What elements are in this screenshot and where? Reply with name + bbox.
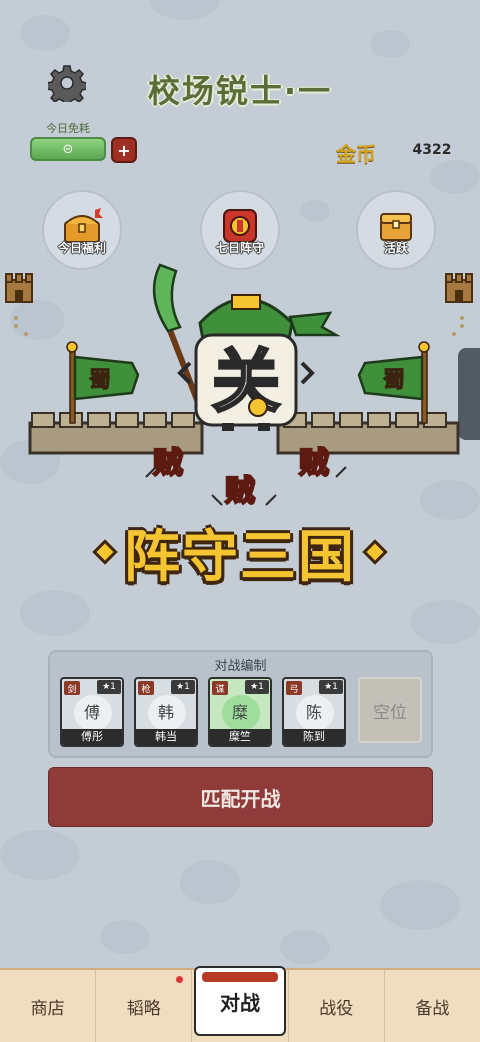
- nav-campaign[interactable]: 战役: [289, 970, 385, 1042]
- nav-prepare[interactable]: 备战: [385, 970, 480, 1042]
- logo-text: 阵守三国: [124, 524, 356, 590]
- nav-battle[interactable]: 对战: [194, 966, 286, 1036]
- unit-card[interactable]: 剑 ★1 傅 傅彤: [60, 677, 124, 747]
- logo-diamond-right-icon: [362, 539, 388, 565]
- unit-name: 傅彤: [62, 729, 122, 745]
- unit-star-badge: ★1: [245, 680, 269, 694]
- lineup-title: 对战编制: [214, 659, 267, 674]
- notification-dot: [176, 976, 183, 983]
- daily-welfare-label: 今日福利: [57, 241, 106, 255]
- unit-name: 糜竺: [210, 729, 270, 745]
- svg-text:蜀: 蜀: [89, 368, 111, 393]
- logo-diamond-left-icon: [92, 539, 118, 565]
- unit-type-badge: 剑: [64, 681, 80, 695]
- activity-label: 活跃: [383, 241, 408, 255]
- left-flag: 蜀: [66, 341, 140, 424]
- right-flag: 蜀: [357, 341, 430, 424]
- coin-value: 4322: [412, 142, 452, 158]
- unit-type-badge: 弓: [286, 681, 302, 695]
- unit-star-badge: ★1: [171, 680, 195, 694]
- guan-yu-hero: 关: [177, 294, 341, 431]
- unit-name: 韩当: [136, 729, 196, 745]
- enemy-rebels: 贼 贼 贼: [145, 445, 347, 510]
- unit-portrait: 糜: [231, 703, 248, 722]
- free-today-button[interactable]: ⊝: [30, 137, 106, 161]
- link-icon: ⊝: [62, 141, 74, 157]
- seven-day-defense-label: 七日阵守: [215, 241, 264, 255]
- coin-label: 金币: [336, 142, 376, 166]
- svg-text:贼: 贼: [299, 446, 329, 481]
- settings-gear-icon[interactable]: [46, 64, 88, 107]
- svg-text:蜀: 蜀: [383, 368, 405, 393]
- stage-title: 校场锐士·一: [147, 72, 333, 110]
- battle-lineup-panel: 对战编制 剑 ★1 傅 傅彤 枪 ★1 韩 韩当 谋 ★1 糜 糜竺 弓 ★1 …: [48, 650, 433, 758]
- unit-portrait: 韩: [157, 703, 174, 722]
- unit-type-badge: 谋: [212, 681, 228, 695]
- unit-name: 陈到: [284, 729, 344, 745]
- scene-artwork: 蜀 蜀 关 贼 贼 贼: [28, 263, 460, 510]
- hero-scene: 蜀 蜀 关 贼 贼 贼: [0, 255, 480, 515]
- free-today-label: 今日免耗: [46, 122, 90, 135]
- svg-text:贼: 贼: [153, 446, 183, 481]
- unit-portrait: 陈: [305, 703, 322, 722]
- start-match-button[interactable]: 匹配开战: [48, 767, 433, 827]
- add-button[interactable]: +: [111, 137, 137, 163]
- unit-star-badge: ★1: [319, 680, 343, 694]
- unit-card[interactable]: 弓 ★1 陈 陈到: [282, 677, 346, 747]
- game-logo: 阵守三国: [0, 512, 480, 592]
- unit-card[interactable]: 枪 ★1 韩 韩当: [134, 677, 198, 747]
- unit-card[interactable]: 谋 ★1 糜 糜竺: [208, 677, 272, 747]
- svg-text:关: 关: [212, 343, 280, 422]
- svg-text:贼: 贼: [225, 474, 255, 509]
- empty-slot[interactable]: 空位: [358, 677, 422, 743]
- unit-portrait: 傅: [83, 703, 100, 722]
- unit-type-badge: 枪: [138, 681, 154, 695]
- unit-star-badge: ★1: [97, 680, 121, 694]
- nav-shop[interactable]: 商店: [0, 970, 97, 1042]
